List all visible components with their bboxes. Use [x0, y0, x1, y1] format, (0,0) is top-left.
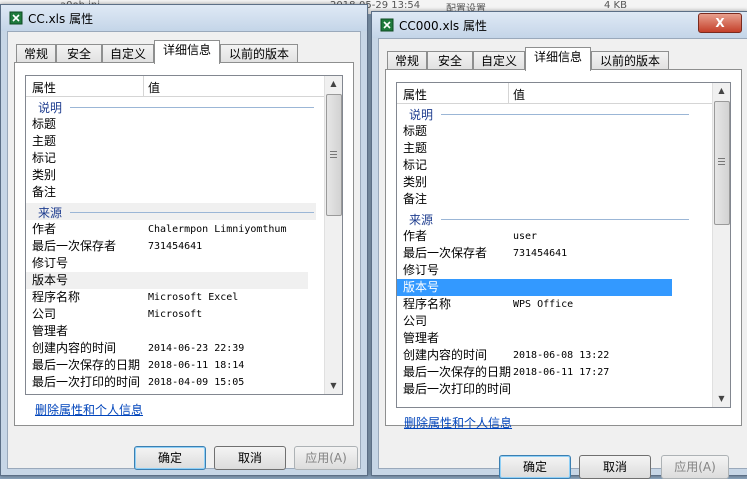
- group-label: 来源: [38, 206, 63, 220]
- grip-line: [330, 151, 337, 152]
- list-item[interactable]: 修订号: [26, 255, 316, 272]
- properties-window-cc000[interactable]: CC000.xls 属性 X 常规 安全 自定义 详细信息 以前的版本 属性 值…: [371, 11, 747, 479]
- grip-line: [330, 154, 337, 155]
- cancel-button[interactable]: 取消: [579, 455, 651, 479]
- excel-file-icon: [9, 11, 23, 25]
- list-item[interactable]: 创建内容的时间 2018-06-08 13:22: [397, 347, 691, 364]
- list-item[interactable]: 作者 Chalermpon Limniyomthum: [26, 221, 316, 238]
- tab-general[interactable]: 常规: [16, 44, 56, 63]
- scroll-down-icon[interactable]: ▼: [713, 391, 730, 407]
- details-panel: 属性 值 说明 标题 主题 标记 类别 备注 来源 作者 Chalermpon L…: [14, 62, 354, 426]
- remove-properties-link[interactable]: 删除属性和个人信息: [35, 401, 143, 418]
- list-item[interactable]: 管理者: [26, 323, 316, 340]
- vertical-scrollbar[interactable]: ▲ ▼: [712, 83, 730, 407]
- list-item[interactable]: 主题: [397, 140, 691, 157]
- list-header: 属性 值: [397, 83, 713, 104]
- tab-custom[interactable]: 自定义: [473, 51, 525, 70]
- scroll-up-icon[interactable]: ▲: [713, 83, 730, 99]
- scroll-up-icon[interactable]: ▲: [325, 76, 342, 92]
- grip-line: [718, 158, 725, 159]
- group-line: [441, 114, 689, 115]
- column-property[interactable]: 属性: [32, 79, 56, 96]
- list-item-selected[interactable]: 版本号: [397, 279, 672, 296]
- list-item[interactable]: 公司 Microsoft: [26, 306, 316, 323]
- list-item[interactable]: 程序名称 Microsoft Excel: [26, 289, 316, 306]
- list-item[interactable]: 程序名称 WPS Office: [397, 296, 691, 313]
- list-item[interactable]: 备注: [397, 191, 691, 208]
- list-item[interactable]: 标题: [397, 123, 691, 140]
- list-item[interactable]: 创建内容的时间 2014-06-23 22:39: [26, 340, 316, 357]
- list-item[interactable]: 标题: [26, 116, 316, 133]
- list-item-hover[interactable]: 版本号: [26, 272, 308, 289]
- group-origin[interactable]: 来源: [26, 203, 316, 220]
- list-item[interactable]: 公司: [397, 313, 691, 330]
- group-label: 来源: [409, 213, 434, 227]
- apply-button[interactable]: 应用(A): [661, 455, 729, 479]
- list-item[interactable]: 最后一次打印的时间 2018-04-09 15:05: [26, 374, 316, 391]
- details-panel: 属性 值 说明 标题 主题 标记 类别 备注 来源 作者 user 最后一次保存…: [385, 69, 742, 430]
- property-list[interactable]: 属性 值 说明 标题 主题 标记 类别 备注 来源 作者 user 最后一次保存…: [396, 82, 731, 408]
- grip-line: [718, 161, 725, 162]
- list-item[interactable]: 主题: [26, 133, 316, 150]
- close-button[interactable]: X: [698, 13, 742, 33]
- vertical-scrollbar[interactable]: ▲ ▼: [324, 76, 342, 394]
- list-item[interactable]: 最后一次保存者 731454641: [26, 238, 316, 255]
- scroll-thumb[interactable]: [326, 94, 342, 216]
- group-description[interactable]: 说明: [397, 105, 691, 122]
- list-header: 属性 值: [26, 76, 325, 97]
- title-bar[interactable]: CC000.xls 属性 X: [372, 12, 747, 38]
- property-list[interactable]: 属性 值 说明 标题 主题 标记 类别 备注 来源 作者 Chalermpon L…: [25, 75, 343, 395]
- apply-button[interactable]: 应用(A): [294, 446, 358, 470]
- column-property[interactable]: 属性: [403, 86, 427, 103]
- group-label: 说明: [409, 108, 434, 122]
- tab-custom[interactable]: 自定义: [102, 44, 154, 63]
- group-description[interactable]: 说明: [26, 98, 316, 115]
- cancel-button[interactable]: 取消: [214, 446, 286, 470]
- grip-line: [718, 164, 725, 165]
- window-title: CC000.xls 属性: [399, 19, 487, 33]
- close-icon: X: [715, 16, 725, 30]
- group-line: [70, 212, 314, 213]
- tab-details[interactable]: 详细信息: [154, 40, 220, 64]
- dialog-body: 常规 安全 自定义 详细信息 以前的版本 属性 值 说明 标题 主题 标记 类别…: [7, 31, 361, 470]
- excel-file-icon: [380, 18, 394, 32]
- window-title: CC.xls 属性: [28, 12, 94, 26]
- list-item[interactable]: 类别: [397, 174, 691, 191]
- list-item[interactable]: 最后一次打印的时间: [397, 381, 691, 398]
- dialog-body: 常规 安全 自定义 详细信息 以前的版本 属性 值 说明 标题 主题 标记 类别…: [378, 38, 747, 479]
- group-origin[interactable]: 来源: [397, 210, 691, 227]
- list-item[interactable]: 最后一次保存的日期 2018-06-11 17:27: [397, 364, 691, 381]
- bg-size: 4 KB: [604, 0, 627, 11]
- tab-previous-versions[interactable]: 以前的版本: [220, 44, 298, 63]
- list-item[interactable]: 修订号: [397, 262, 691, 279]
- grip-line: [330, 157, 337, 158]
- ok-button[interactable]: 确定: [134, 446, 206, 470]
- list-item[interactable]: 管理者: [397, 330, 691, 347]
- list-item[interactable]: 作者 user: [397, 228, 691, 245]
- column-value[interactable]: 值: [148, 79, 160, 96]
- column-value[interactable]: 值: [513, 86, 525, 103]
- scroll-down-icon[interactable]: ▼: [325, 378, 342, 394]
- list-item[interactable]: 标记: [397, 157, 691, 174]
- tab-security[interactable]: 安全: [56, 44, 102, 63]
- list-item[interactable]: 类别: [26, 167, 316, 184]
- column-divider[interactable]: [508, 83, 509, 103]
- remove-properties-link[interactable]: 删除属性和个人信息: [404, 414, 512, 431]
- list-item[interactable]: 最后一次保存的日期 2018-06-11 18:14: [26, 357, 316, 374]
- list-item[interactable]: 最后一次保存者 731454641: [397, 245, 691, 262]
- column-divider[interactable]: [143, 76, 144, 96]
- group-line: [70, 107, 314, 108]
- group-label: 说明: [38, 101, 63, 115]
- scroll-thumb[interactable]: [714, 101, 730, 225]
- ok-button[interactable]: 确定: [499, 455, 571, 479]
- tab-security[interactable]: 安全: [427, 51, 473, 70]
- group-line: [441, 219, 689, 220]
- tab-previous-versions[interactable]: 以前的版本: [591, 51, 669, 70]
- list-item[interactable]: 标记: [26, 150, 316, 167]
- tab-general[interactable]: 常规: [387, 51, 427, 70]
- properties-window-cc[interactable]: CC.xls 属性 常规 安全 自定义 详细信息 以前的版本 属性 值 说明 标…: [0, 4, 368, 476]
- title-bar[interactable]: CC.xls 属性: [1, 5, 367, 31]
- list-item[interactable]: 备注: [26, 184, 316, 201]
- tab-details[interactable]: 详细信息: [525, 47, 591, 71]
